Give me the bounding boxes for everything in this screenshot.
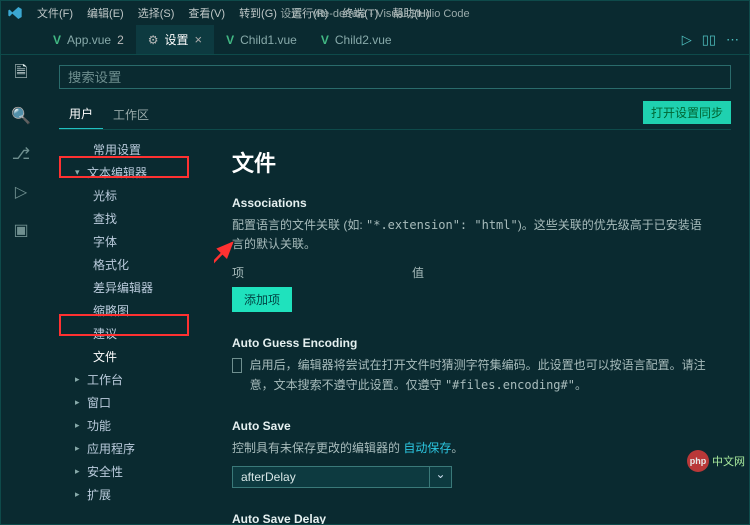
tree-font[interactable]: 字体 [69,230,214,253]
auto-save-select[interactable]: afterDelay ⌄ [232,466,452,488]
chevron-right-icon: ▸ [75,489,83,500]
settings-heading: 文件 [232,146,713,178]
chevron-right-icon: ▸ [75,466,83,477]
menu-select[interactable]: 选择(S) [132,3,181,23]
settings-editor: 用户 工作区 打开设置同步 常用设置 ▾文本编辑器 光标 查找 字体 格式化 差… [41,55,749,524]
run-icon[interactable]: ▷ [682,32,692,48]
tab-child1-vue[interactable]: V Child1.vue [214,25,309,54]
tree-workbench[interactable]: ▸工作台 [69,368,214,391]
tab-child2-vue[interactable]: V Child2.vue [309,25,404,54]
scope-workspace[interactable]: 工作区 [103,100,159,129]
source-control-icon[interactable]: ⎇ [12,144,30,164]
setting-description: 控制具有未保存更改的编辑器的 自动保存。 [232,439,713,458]
setting-auto-guess-encoding: Auto Guess Encoding 启用后，编辑器将尝试在打开文件时猜测字符… [232,336,713,394]
tab-settings[interactable]: ⚙ 设置 × [136,25,214,54]
run-debug-icon[interactable]: ▷ [15,182,27,202]
gear-icon: ⚙ [148,33,159,47]
tree-minimap[interactable]: 缩略图 [69,299,214,322]
tab-label: App.vue [67,33,111,47]
chevron-down-icon[interactable]: ⌄ [429,467,451,487]
vue-icon: V [226,33,234,47]
extensions-icon[interactable]: ▣ [13,220,28,240]
tree-cursor[interactable]: 光标 [69,184,214,207]
tree-files[interactable]: 文件 [69,345,214,368]
php-logo-icon: php [687,450,709,472]
menu-edit[interactable]: 编辑(E) [81,3,130,23]
select-value: afterDelay [233,467,429,487]
sync-settings-button[interactable]: 打开设置同步 [643,101,731,124]
menu-bar: 文件(F) 编辑(E) 选择(S) 查看(V) 转到(G) 运行(R) 终端(T… [1,1,749,25]
chevron-down-icon: ▾ [75,167,83,178]
vscode-icon [7,5,23,21]
setting-associations: Associations 配置语言的文件关联 (如: "*.extension"… [232,196,713,312]
tab-label: Child1.vue [240,33,297,47]
chevron-right-icon: ▸ [75,374,83,385]
scope-user[interactable]: 用户 [59,99,103,129]
setting-label: Auto Save [232,419,713,433]
activity-bar: 🗎 🔍 ⎇ ▷ ▣ [1,55,41,524]
tree-security[interactable]: ▸安全性 [69,460,214,483]
watermark: php 中文网 [687,450,745,472]
tree-diff[interactable]: 差异编辑器 [69,276,214,299]
tree-extensions[interactable]: ▸扩展 [69,483,214,506]
associations-table: 项 值 添加项 [232,264,713,312]
assoc-col-value: 值 [412,264,424,281]
tab-suffix: 2 [117,33,124,47]
tree-suggest[interactable]: 建议 [69,322,214,345]
tree-formatting[interactable]: 格式化 [69,253,214,276]
chevron-right-icon: ▸ [75,443,83,454]
window-title: 设置 - vite-demo2 - Visual Studio Code [280,5,469,21]
menu-goto[interactable]: 转到(G) [233,3,283,23]
split-editor-icon[interactable]: ▯▯ [702,32,716,48]
tree-find[interactable]: 查找 [69,207,214,230]
link-auto-save[interactable]: 自动保存 [403,441,451,455]
menu-view[interactable]: 查看(V) [182,3,231,23]
tree-text-editor[interactable]: ▾文本编辑器 [69,161,214,184]
assoc-col-key: 项 [232,264,412,281]
tree-common[interactable]: 常用设置 [69,138,214,161]
setting-auto-save-delay: Auto Save Delay 控制自动保存具有未保存更改的编辑器之前的延迟(以… [232,512,713,524]
add-item-button[interactable]: 添加项 [232,287,292,312]
vue-icon: V [53,33,61,47]
checkbox[interactable] [232,358,242,373]
chevron-right-icon: ▸ [75,397,83,408]
setting-auto-save: Auto Save 控制具有未保存更改的编辑器的 自动保存。 afterDela… [232,419,713,488]
explorer-icon[interactable]: 🗎 [15,61,28,88]
settings-tree: 常用设置 ▾文本编辑器 光标 查找 字体 格式化 差异编辑器 缩略图 建议 文件… [59,138,214,524]
tab-label: 设置 [165,31,189,48]
more-icon[interactable]: ⋯ [726,32,739,48]
tab-app-vue[interactable]: V App.vue 2 [41,25,136,54]
chevron-right-icon: ▸ [75,420,83,431]
setting-label: Auto Save Delay [232,512,713,524]
search-icon[interactable]: 🔍 [11,106,31,126]
settings-scope-tabs: 用户 工作区 打开设置同步 [59,99,731,130]
setting-description: 配置语言的文件关联 (如: "*.extension": "html")。这些关… [232,216,713,254]
editor-tabs: V App.vue 2 ⚙ 设置 × V Child1.vue V Child2… [1,25,749,55]
watermark-text: 中文网 [712,453,745,469]
close-icon[interactable]: × [195,32,203,47]
setting-label: Associations [232,196,713,210]
setting-label: Auto Guess Encoding [232,336,713,350]
vue-icon: V [321,33,329,47]
tree-features[interactable]: ▸功能 [69,414,214,437]
menu-file[interactable]: 文件(F) [31,3,79,23]
tab-label: Child2.vue [335,33,392,47]
setting-description: 启用后，编辑器将尝试在打开文件时猜测字符集编码。此设置也可以按语言配置。请注意，… [250,356,713,394]
tree-application[interactable]: ▸应用程序 [69,437,214,460]
settings-content[interactable]: 文件 Associations 配置语言的文件关联 (如: "*.extensi… [214,138,731,524]
tree-window[interactable]: ▸窗口 [69,391,214,414]
settings-search-input[interactable] [59,65,731,89]
